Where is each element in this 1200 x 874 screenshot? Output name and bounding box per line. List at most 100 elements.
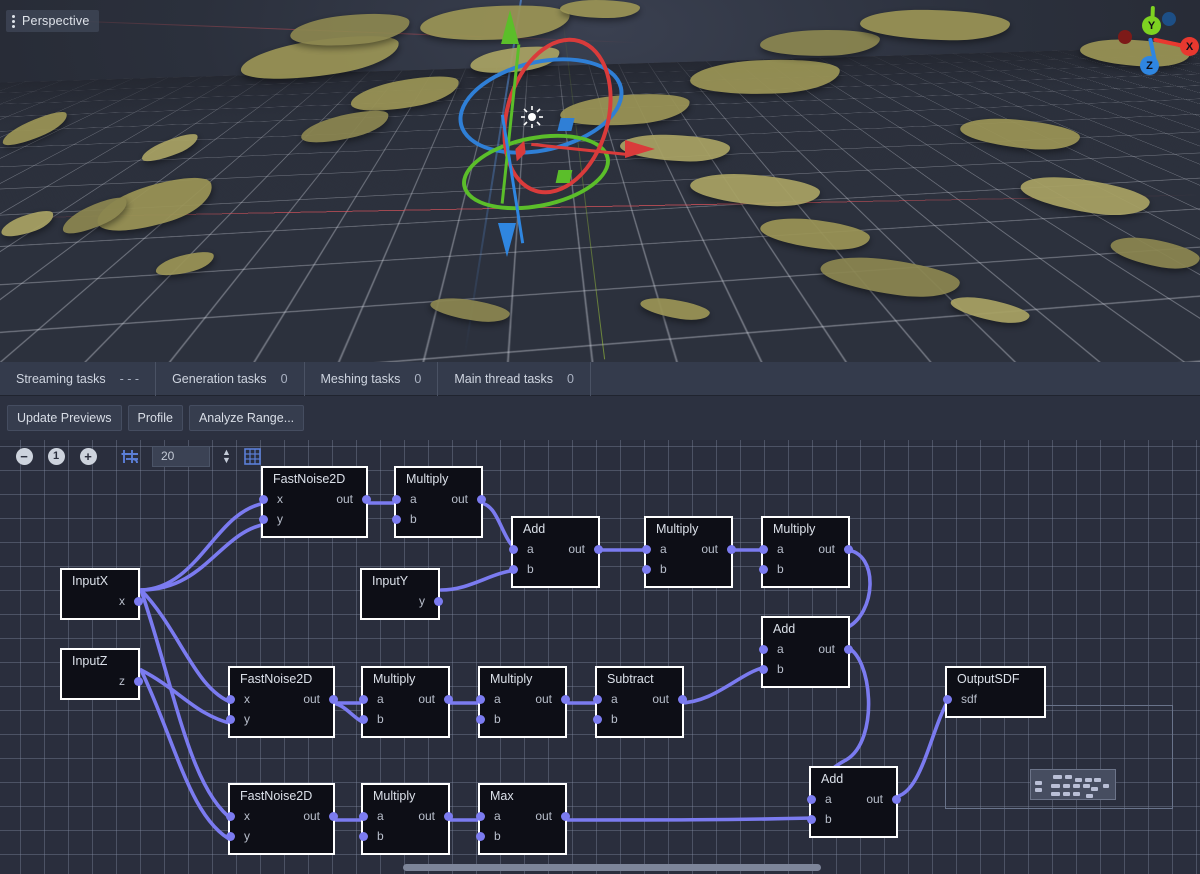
graph-node-add[interactable]: Add a out b	[508, 516, 603, 588]
updown-spinner-icon[interactable]: ▲ ▼	[222, 447, 231, 464]
input-port-a[interactable]	[641, 544, 651, 554]
input-port-a[interactable]	[806, 794, 816, 804]
input-port-a[interactable]	[508, 544, 518, 554]
input-port-y[interactable]	[225, 714, 235, 724]
input-port-x[interactable]	[258, 494, 268, 504]
input-port-b[interactable]	[358, 831, 368, 841]
output-port-out[interactable]	[560, 694, 570, 704]
output-port-out[interactable]	[443, 694, 453, 704]
minus-circle-icon[interactable]: −	[14, 446, 34, 466]
input-port-b[interactable]	[592, 714, 602, 724]
graph-node-subtract[interactable]: Subtract a out b	[592, 666, 687, 738]
graph-node-add[interactable]: Add a out b	[806, 766, 901, 838]
node-graph-editor[interactable]: − 1 + 20 ▲ ▼ InputX x InputZ z InputY y …	[0, 440, 1200, 874]
input-port-b[interactable]	[641, 564, 651, 574]
horizontal-scrollbar-thumb[interactable]	[403, 864, 821, 871]
input-port-b[interactable]	[475, 831, 485, 841]
status-item-value: 0	[280, 371, 288, 386]
input-port-b[interactable]	[758, 564, 768, 574]
graph-node-inputy[interactable]: InputY y	[360, 568, 443, 620]
output-port-z[interactable]	[133, 676, 143, 686]
orient-ball-negz[interactable]	[1162, 12, 1176, 26]
output-port-out[interactable]	[328, 811, 338, 821]
node-port-row: a out	[758, 639, 853, 659]
axis-arrow-z-head[interactable]	[498, 223, 516, 257]
one-circle-icon[interactable]: 1	[46, 446, 66, 466]
graph-node-fastnoise2d[interactable]: FastNoise2D x out y	[225, 666, 338, 738]
output-port-out[interactable]	[843, 544, 853, 554]
input-port-a[interactable]	[758, 644, 768, 654]
vertical-dots-icon[interactable]	[12, 14, 15, 28]
output-port-label: out	[418, 809, 435, 823]
viewport-perspective-label[interactable]: Perspective	[6, 10, 99, 32]
output-port-out[interactable]	[726, 544, 736, 554]
output-port-out[interactable]	[328, 694, 338, 704]
grid-toggle-icon[interactable]	[243, 446, 263, 466]
input-port-b[interactable]	[358, 714, 368, 724]
orient-ball-x[interactable]: X	[1180, 37, 1199, 56]
graph-node-multiply[interactable]: Multiply a out b	[358, 783, 453, 855]
status-item-label: Main thread tasks	[454, 371, 554, 386]
orient-ball-negx[interactable]	[1118, 30, 1132, 44]
graph-minimap[interactable]	[1030, 769, 1116, 800]
output-port-out[interactable]	[891, 794, 901, 804]
input-port-x[interactable]	[225, 694, 235, 704]
graph-node-multiply[interactable]: Multiply a out b	[391, 466, 486, 538]
output-port-out[interactable]	[476, 494, 486, 504]
graph-node-fastnoise2d[interactable]: FastNoise2D x out y	[258, 466, 371, 538]
graph-node-fastnoise2d[interactable]: FastNoise2D x out y	[225, 783, 338, 855]
input-port-y[interactable]	[225, 831, 235, 841]
input-port-b[interactable]	[508, 564, 518, 574]
graph-node-multiply[interactable]: Multiply a out b	[358, 666, 453, 738]
toolbar-button-profile[interactable]: Profile	[127, 405, 183, 431]
input-port-y[interactable]	[258, 514, 268, 524]
input-port-b[interactable]	[806, 814, 816, 824]
output-port-out[interactable]	[560, 811, 570, 821]
input-port-a[interactable]	[475, 694, 485, 704]
graph-node-multiply[interactable]: Multiply a out b	[641, 516, 736, 588]
horizontal-scrollbar[interactable]	[0, 860, 1200, 874]
orient-ball-y[interactable]: Y	[1142, 16, 1161, 35]
input-port-b[interactable]	[475, 714, 485, 724]
input-port-b[interactable]	[758, 664, 768, 674]
input-port-x[interactable]	[225, 811, 235, 821]
input-port-a[interactable]	[358, 811, 368, 821]
viewport-3d[interactable]: X Y Z Perspective	[0, 0, 1200, 362]
axis-arrow-x-head[interactable]	[625, 140, 655, 158]
graph-node-inputx[interactable]: InputX x	[60, 568, 143, 620]
graph-node-max[interactable]: Max a out b	[475, 783, 570, 855]
graph-node-multiply[interactable]: Multiply a out b	[758, 516, 853, 588]
plus-circle-icon[interactable]: +	[78, 446, 98, 466]
input-port-sdf[interactable]	[942, 694, 952, 704]
input-port-a[interactable]	[592, 694, 602, 704]
toolbar-button-update-previews[interactable]: Update Previews	[7, 405, 122, 431]
input-port-b[interactable]	[391, 514, 401, 524]
axis-arrow-y-head[interactable]	[501, 10, 519, 44]
input-port-label: b	[777, 662, 784, 676]
node-port-row: a out	[508, 539, 603, 559]
pivot-center-icon[interactable]	[521, 106, 543, 128]
input-port-a[interactable]	[758, 544, 768, 554]
graph-node-multiply[interactable]: Multiply a out b	[475, 666, 570, 738]
status-item-0: Streaming tasks - - -	[0, 361, 157, 396]
input-port-a[interactable]	[391, 494, 401, 504]
snap-grid-icon[interactable]	[120, 446, 140, 466]
output-port-out[interactable]	[843, 644, 853, 654]
output-port-out[interactable]	[361, 494, 371, 504]
orient-ball-z[interactable]: Z	[1140, 56, 1159, 75]
output-port-out[interactable]	[443, 811, 453, 821]
input-port-a[interactable]	[358, 694, 368, 704]
graph-node-outputsdf[interactable]: OutputSDF sdf	[942, 666, 1046, 718]
orientation-gizmo[interactable]: X Y Z	[1106, 5, 1199, 94]
output-port-y[interactable]	[433, 596, 443, 606]
graph-node-add[interactable]: Add a out b	[758, 616, 853, 688]
scale-handle-y[interactable]	[555, 170, 573, 183]
zoom-value-input[interactable]: 20	[152, 445, 210, 467]
output-port-out[interactable]	[677, 694, 687, 704]
graph-node-inputz[interactable]: InputZ z	[60, 648, 143, 700]
output-port-out[interactable]	[593, 544, 603, 554]
transform-gizmo[interactable]	[448, 10, 655, 268]
toolbar-button-analyze-range[interactable]: Analyze Range...	[188, 405, 305, 431]
input-port-a[interactable]	[475, 811, 485, 821]
output-port-x[interactable]	[133, 596, 143, 606]
